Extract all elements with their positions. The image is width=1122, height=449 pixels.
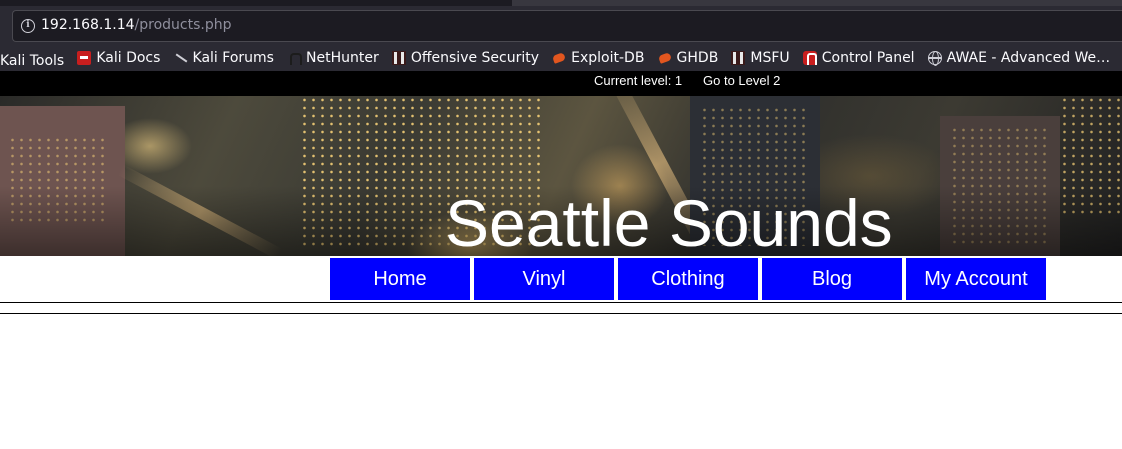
globe-icon — [927, 51, 942, 66]
level-bar: Current level: 1 Go to Level 2 — [0, 71, 1122, 96]
control-panel-icon — [802, 51, 817, 65]
bookmark-label: Offensive Security — [410, 50, 540, 66]
divider — [0, 302, 1122, 303]
address-bar[interactable]: i 192.168.1.14/products.php — [12, 10, 1122, 42]
exploitdb-flame-icon — [552, 51, 566, 65]
bookmark-label: Kali Forums — [192, 50, 274, 66]
divider — [0, 313, 1122, 314]
bookmark-label: NetHunter — [306, 50, 379, 66]
url-text[interactable]: 192.168.1.14/products.php — [41, 17, 231, 33]
bookmark-offensive-security[interactable]: Offensive Security — [391, 46, 540, 70]
bookmark-kali-forums[interactable]: Kali Forums — [174, 46, 274, 70]
site-title: Seattle Sounds — [445, 186, 893, 256]
bookmark-control-panel[interactable]: Control Panel — [802, 46, 915, 70]
city-banner-image: Seattle Sounds — [0, 96, 1122, 256]
bookmark-kali-docs[interactable]: Kali Docs — [77, 46, 160, 70]
bookmark-label: Control Panel — [821, 50, 915, 66]
bookmark-label: Exploit-DB — [571, 50, 645, 66]
bookmark-kali-tools[interactable]: Kali Tools — [0, 49, 64, 70]
bookmark-label: Kali Tools — [0, 53, 65, 69]
bookmark-msfu[interactable]: MSFU — [731, 46, 790, 70]
bookmark-ghdb[interactable]: GHDB — [658, 46, 719, 70]
nav-my-account[interactable]: My Account — [906, 258, 1046, 300]
nethunter-icon — [287, 51, 303, 65]
bookmark-label: Kali Docs — [96, 50, 161, 66]
bookmark-label: AWAE - Advanced We… — [946, 50, 1111, 66]
bookmarks-toolbar: Kali Tools Kali Docs Kali Forums NetHunt… — [0, 46, 1122, 70]
nav-vinyl[interactable]: Vinyl — [474, 258, 614, 300]
info-icon[interactable]: i — [21, 19, 35, 33]
offsec-icon — [391, 51, 406, 65]
main-nav: Home Vinyl Clothing Blog My Account — [330, 258, 1050, 300]
url-path: /products.php — [134, 17, 232, 33]
address-row: i 192.168.1.14/products.php — [0, 0, 1122, 44]
bookmark-exploit-db[interactable]: Exploit-DB — [552, 46, 644, 70]
kali-docs-icon — [77, 51, 92, 65]
next-level-link[interactable]: Go to Level 2 — [703, 73, 780, 88]
kali-dragon-icon — [174, 51, 188, 65]
bookmark-nethunter[interactable]: NetHunter — [287, 46, 379, 70]
bookmark-label: GHDB — [676, 50, 719, 66]
nav-clothing[interactable]: Clothing — [618, 258, 758, 300]
bookmark-awae[interactable]: AWAE - Advanced We… — [927, 46, 1111, 70]
url-host: 192.168.1.14 — [41, 17, 135, 33]
browser-chrome: i 192.168.1.14/products.php Kali Tools K… — [0, 0, 1122, 71]
bookmark-label: MSFU — [750, 50, 790, 66]
msfu-icon — [731, 51, 746, 65]
nav-blog[interactable]: Blog — [762, 258, 902, 300]
ghdb-flame-icon — [658, 51, 672, 65]
current-level-text: Current level: 1 — [594, 73, 683, 88]
nav-home[interactable]: Home — [330, 258, 470, 300]
